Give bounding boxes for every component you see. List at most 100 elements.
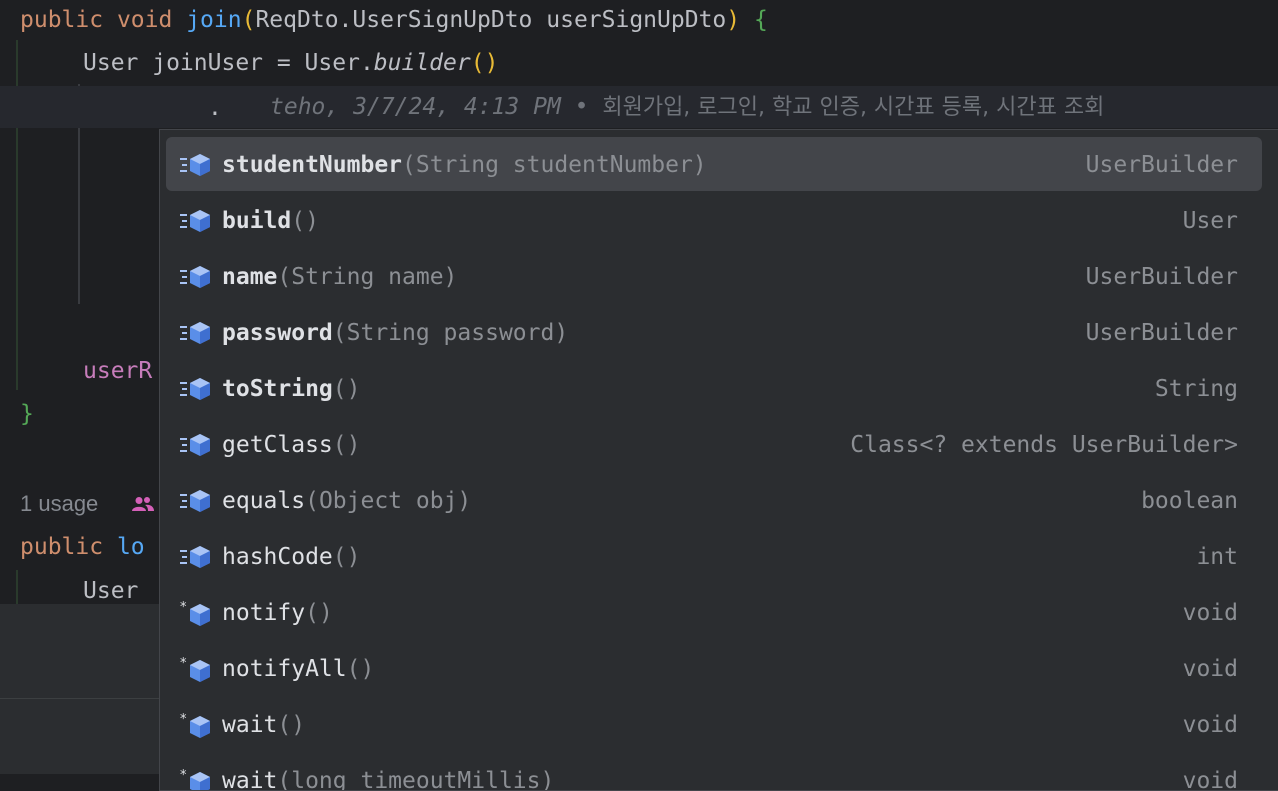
code-line-user-repo[interactable]: userR	[83, 351, 152, 391]
completion-item-signature: equals(Object obj)	[222, 473, 471, 529]
dot-caret: .	[208, 95, 222, 121]
completion-item[interactable]: getClass() Class<? extends UserBuilder>	[166, 417, 1262, 473]
git-blame-inlay: teho, 3/7/24, 4:13 PM • 회원가입, 로그인, 학교 인증…	[270, 86, 1104, 128]
completion-item-signature: notifyAll()	[222, 641, 374, 697]
method-icon	[180, 152, 214, 178]
method-name: join	[186, 7, 242, 33]
native-method-icon: *	[180, 656, 214, 682]
method-icon	[180, 432, 214, 458]
completion-item-params: (long timeoutMillis)	[277, 768, 555, 791]
completion-item-params: ()	[346, 656, 375, 682]
completion-item-params: ()	[305, 600, 333, 626]
code-line-dot[interactable]: .	[208, 88, 222, 128]
completion-item[interactable]: equals(Object obj) boolean	[166, 473, 1262, 529]
declaration-text: User joinUser = User.	[83, 50, 374, 76]
indent-guide	[16, 570, 18, 604]
users-icon[interactable]	[132, 496, 154, 512]
open-paren: (	[241, 7, 256, 33]
completion-item-type: Class<? extends UserBuilder>	[850, 432, 1238, 458]
method-icon	[180, 208, 214, 234]
code-line-close-brace[interactable]: }	[20, 394, 34, 434]
completion-item-name: password	[222, 320, 333, 346]
method-icon	[180, 376, 214, 402]
completion-item-params: ()	[332, 376, 361, 402]
completion-item-type: UserBuilder	[1085, 320, 1238, 346]
method-icon	[180, 488, 214, 514]
completion-item-name: toString	[222, 376, 333, 402]
completion-item[interactable]: * wait() void	[166, 697, 1262, 753]
completion-item-signature: getClass()	[222, 417, 360, 473]
completion-item-params: (String password)	[332, 320, 569, 346]
code-line-builder[interactable]: User joinUser = User.builder()	[83, 43, 498, 83]
close-paren: )	[726, 7, 741, 33]
builder-parens: ()	[470, 50, 499, 76]
completion-item-type: int	[1196, 544, 1238, 570]
native-method-icon: *	[180, 768, 214, 790]
completion-item-params: ()	[332, 432, 361, 458]
code-line-join-signature[interactable]: public void join(ReqDto.UserSignUpDto us…	[20, 0, 768, 40]
completion-item-params: (String name)	[277, 264, 458, 290]
code-line-user[interactable]: User	[83, 571, 138, 604]
completion-item-signature: studentNumber(String studentNumber)	[222, 137, 707, 193]
method-icon	[180, 544, 214, 570]
method-params: ReqDto.UserSignUpDto userSignUpDto	[255, 7, 727, 33]
completion-item-params: (Object obj)	[305, 488, 472, 514]
builder-method: builder	[373, 50, 471, 76]
completion-item[interactable]: hashCode() int	[166, 529, 1262, 585]
completion-item-type: UserBuilder	[1085, 152, 1238, 178]
completion-item-name: hashCode	[222, 544, 333, 570]
completion-item-signature: wait(long timeoutMillis)	[222, 753, 555, 791]
completion-item-type: boolean	[1141, 488, 1238, 514]
completion-item-name: wait	[222, 768, 278, 791]
completion-item[interactable]: build() User	[166, 193, 1262, 249]
completion-item[interactable]: name(String name) UserBuilder	[166, 249, 1262, 305]
method-name-partial: lo	[103, 534, 145, 560]
completion-item-type: User	[1182, 208, 1238, 234]
blame-message: 회원가입, 로그인, 학교 인증, 시간표 등록, 시간표 조회	[602, 95, 1105, 120]
completion-item-name: studentNumber	[222, 152, 403, 178]
svg-text:*: *	[180, 768, 187, 783]
native-method-icon: *	[180, 712, 214, 738]
usage-hint[interactable]: 1 usage	[20, 486, 98, 522]
completion-item-type: void	[1182, 768, 1238, 791]
completion-item[interactable]: * notify() void	[166, 585, 1262, 641]
completion-item-signature: wait()	[222, 697, 305, 753]
completion-item-type: void	[1182, 712, 1238, 738]
completion-item-type: void	[1182, 656, 1238, 682]
completion-item-signature: name(String name)	[222, 249, 457, 305]
completion-item-params: (String studentNumber)	[402, 152, 707, 178]
keyword-public: public	[20, 534, 104, 560]
completion-item-params: ()	[277, 712, 306, 738]
completion-item-name: build	[222, 208, 292, 234]
method-icon	[180, 320, 214, 346]
completion-item-params: ()	[332, 544, 361, 570]
completion-item-name: getClass	[222, 432, 333, 458]
completion-item-params: ()	[291, 208, 319, 234]
completion-item[interactable]: studentNumber(String studentNumber) UserB…	[166, 137, 1262, 191]
completion-item-type: void	[1182, 600, 1238, 626]
svg-text:*: *	[180, 712, 187, 727]
completion-item-signature: password(String password)	[222, 305, 568, 361]
method-icon	[180, 264, 214, 290]
completion-item[interactable]: * wait(long timeoutMillis) void	[166, 753, 1262, 791]
completion-item-signature: notify()	[222, 585, 333, 641]
completion-item-signature: toString()	[222, 361, 360, 417]
completion-item-type: UserBuilder	[1085, 264, 1238, 290]
completion-item-name: name	[222, 264, 278, 290]
completion-item[interactable]: * notifyAll() void	[166, 641, 1262, 697]
keyword-void: void	[116, 7, 173, 33]
completion-item[interactable]: password(String password) UserBuilder	[166, 305, 1262, 361]
completion-item[interactable]: toString() String	[166, 361, 1262, 417]
completion-item-name: notify	[222, 600, 306, 626]
completion-item-name: equals	[222, 488, 306, 514]
completion-item-type: String	[1154, 376, 1238, 402]
native-method-icon: *	[180, 600, 214, 626]
completion-item-name: notifyAll	[222, 656, 347, 682]
keyword-public: public	[20, 7, 104, 33]
completion-item-signature: hashCode()	[222, 529, 360, 585]
svg-text:*: *	[180, 656, 187, 671]
code-line-public-lo[interactable]: public lo	[20, 527, 145, 567]
completion-item-signature: build()	[222, 193, 319, 249]
blame-meta: teho, 3/7/24, 4:13 PM •	[270, 94, 603, 120]
code-completion-popup[interactable]: studentNumber(String studentNumber) UserB…	[159, 129, 1278, 791]
